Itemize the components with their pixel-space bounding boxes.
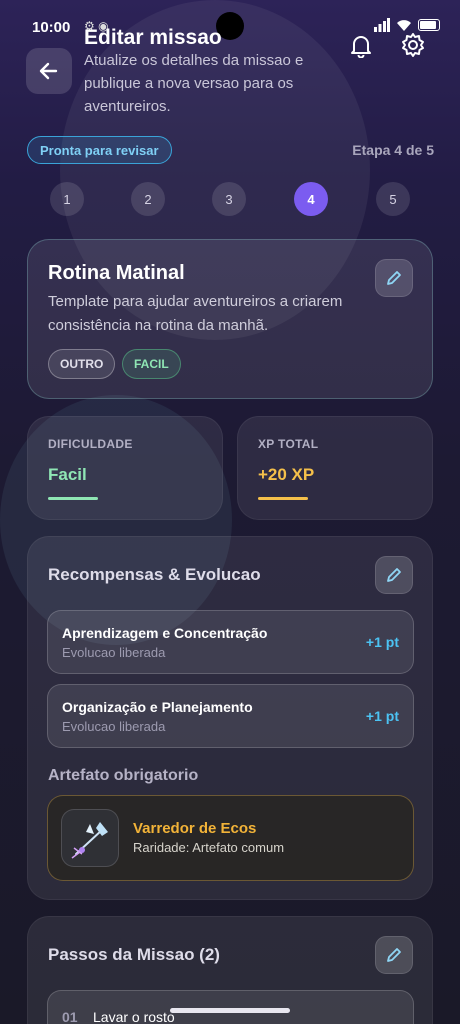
artifact-section-title: Artefato obrigatorio: [48, 767, 199, 784]
step-5[interactable]: 5: [376, 182, 410, 216]
gear-icon: [402, 33, 424, 57]
artifact-card[interactable]: Varredor de Ecos Raridade: Artefato comu…: [47, 795, 414, 881]
difficulty-bar: [48, 497, 98, 500]
notifications-button[interactable]: [348, 32, 374, 59]
page-title: Editar missao: [84, 26, 222, 49]
xp-value: +20 XP: [258, 465, 315, 484]
signal-icon: [374, 18, 390, 32]
step-2[interactable]: 2: [131, 182, 165, 216]
difficulty-value: Facil: [48, 465, 87, 484]
mission-steps-title: Passos da Missao (2): [48, 945, 220, 964]
battery-icon: [418, 19, 440, 31]
mission-step-text: Lavar o rosto: [93, 1009, 175, 1024]
step-label: Etapa 4 de 5: [352, 142, 434, 158]
artifact-rarity: Raridade: Artefato comum: [133, 840, 285, 855]
mission-step-item[interactable]: 01 Lavar o rosto: [47, 990, 414, 1024]
wifi-icon: [397, 20, 411, 31]
page-subtitle: Atualize os detalhes da missao e publiqu…: [84, 52, 304, 115]
difficulty-tag: FACIL: [122, 349, 181, 379]
home-indicator[interactable]: [170, 1008, 290, 1013]
settings-button[interactable]: [400, 32, 426, 58]
status-badge: Pronta para revisar: [27, 136, 172, 164]
xp-card: XP TOTAL +20 XP: [237, 416, 433, 520]
artifact-name: Varredor de Ecos: [133, 820, 257, 837]
reward-status: Evolucao liberada: [62, 719, 166, 734]
artifact-broom-icon: [71, 822, 108, 859]
mission-summary-card: Rotina Matinal Template para ajudar aven…: [27, 239, 433, 399]
difficulty-label: DIFICULDADE: [48, 437, 133, 451]
back-button[interactable]: [26, 48, 72, 94]
artifact-image: [61, 809, 119, 867]
status-indicators: [374, 18, 440, 32]
pencil-icon: [387, 271, 401, 285]
mission-title: Rotina Matinal: [48, 262, 185, 284]
reward-name: Aprendizagem e Concentração: [62, 625, 268, 641]
edit-steps-button[interactable]: [375, 936, 413, 974]
step-4[interactable]: 4: [294, 182, 328, 216]
step-1[interactable]: 1: [50, 182, 84, 216]
reward-name: Organização e Planejamento: [62, 699, 253, 715]
pencil-icon: [387, 948, 401, 962]
reward-points: +1 pt: [365, 634, 399, 650]
xp-label: XP TOTAL: [258, 437, 319, 451]
edit-summary-button[interactable]: [375, 259, 413, 297]
step-3[interactable]: 3: [212, 182, 246, 216]
category-tag: OUTRO: [48, 349, 116, 379]
mission-description: Template para ajudar aventureiros a cria…: [48, 293, 343, 334]
reward-points: +1 pt: [365, 708, 399, 724]
pencil-icon: [387, 568, 401, 582]
reward-item[interactable]: Aprendizagem e Concentração Evolucao lib…: [47, 610, 414, 674]
bell-icon: [351, 36, 371, 59]
xp-bar: [258, 497, 308, 500]
reward-status: Evolucao liberada: [62, 645, 166, 660]
reward-item[interactable]: Organização e Planejamento Evolucao libe…: [47, 684, 414, 748]
status-time: 10:00: [32, 19, 71, 36]
rewards-card: Recompensas & Evolucao Aprendizagem e Co…: [27, 536, 433, 900]
arrow-left-icon: [39, 62, 58, 80]
rewards-title: Recompensas & Evolucao: [48, 565, 261, 584]
status-bar: 10:00 ⚙ ◉: [0, 0, 460, 52]
difficulty-card: DIFICULDADE Facil: [27, 416, 223, 520]
mission-step-number: 01: [62, 1009, 78, 1024]
step-indicator: 1 2 3 4 5: [50, 182, 410, 216]
edit-rewards-button[interactable]: [375, 556, 413, 594]
